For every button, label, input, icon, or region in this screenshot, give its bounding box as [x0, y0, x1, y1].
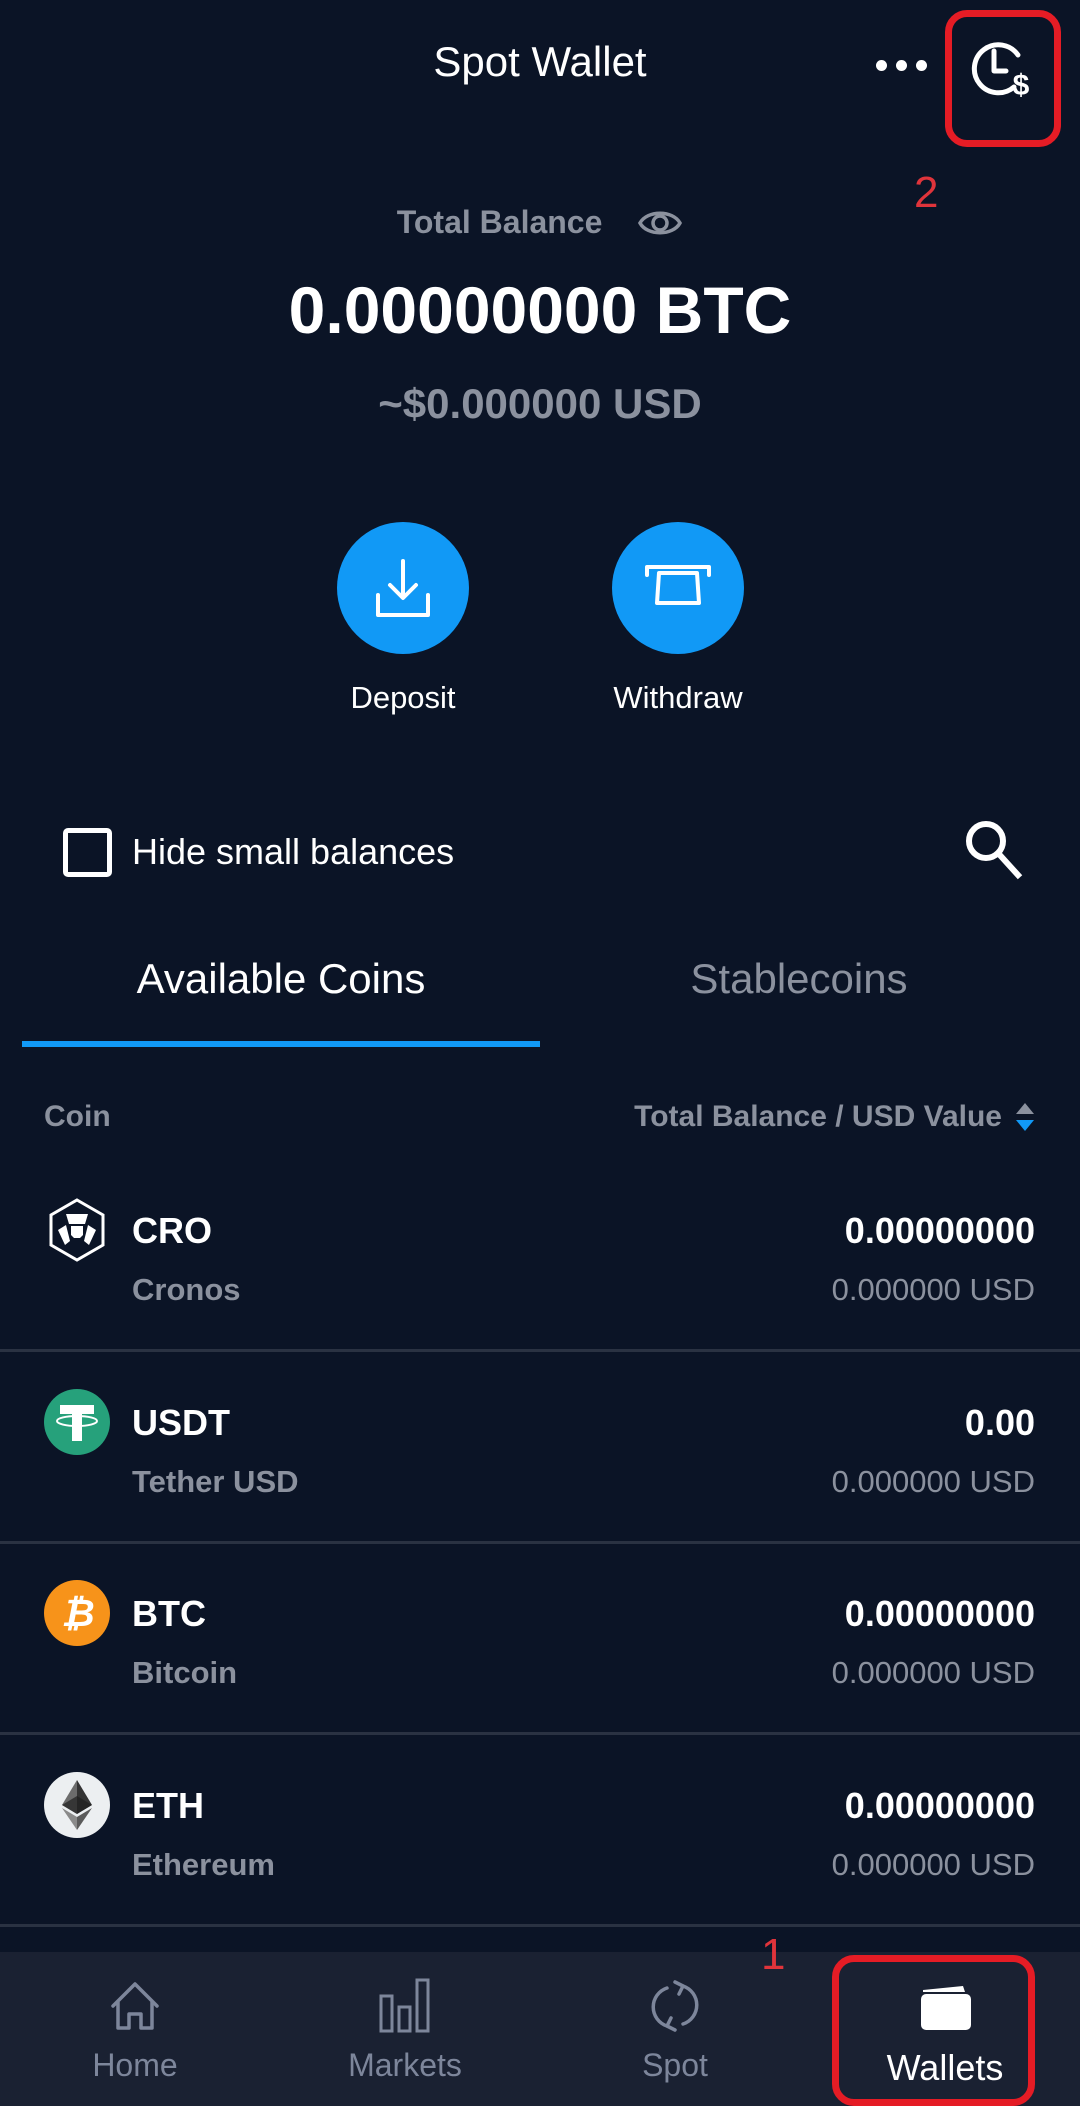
- coin-symbol: BTC: [132, 1593, 206, 1634]
- tab-available-coins[interactable]: Available Coins: [22, 955, 540, 1003]
- more-options-button[interactable]: [868, 40, 934, 90]
- total-balance-btc: 0.00000000 BTC: [288, 273, 792, 347]
- sort-icon[interactable]: [1013, 1098, 1037, 1136]
- eye-icon[interactable]: [637, 206, 683, 240]
- hide-small-balances-toggle[interactable]: Hide small balances: [63, 827, 454, 877]
- nav-home-label: Home: [92, 2047, 178, 2083]
- tab-stablecoins[interactable]: Stablecoins: [540, 955, 1058, 1003]
- search-icon: [966, 821, 1023, 880]
- bar-chart-icon: [379, 1978, 430, 2033]
- coin-usd-value: 0.000000 USD: [831, 1655, 1035, 1690]
- deposit-label: Deposit: [350, 680, 456, 715]
- deposit-circle[interactable]: [337, 522, 469, 654]
- coin-name: Bitcoin: [132, 1655, 238, 1690]
- column-header-coin: Coin: [44, 1100, 111, 1133]
- hide-small-balances-checkbox[interactable]: [63, 827, 112, 877]
- coin-row-eth[interactable]: ETH Ethereum 0.00000000 0.000000 USD: [0, 1735, 1080, 1927]
- withdraw-button[interactable]: Withdraw: [578, 522, 778, 716]
- coin-symbol: CRO: [132, 1210, 212, 1251]
- hide-small-balances-label: Hide small balances: [132, 831, 455, 872]
- svg-text:₿: ₿: [61, 1593, 94, 1635]
- nav-spot-label: Spot: [642, 2047, 708, 2083]
- ethereum-icon: [44, 1772, 110, 1838]
- coin-row-usdt[interactable]: USDT Tether USD 0.00 0.000000 USD: [0, 1352, 1080, 1544]
- deposit-button[interactable]: Deposit: [303, 522, 503, 716]
- coin-name: Tether USD: [132, 1464, 299, 1499]
- tether-icon: [44, 1389, 110, 1455]
- row-divider: [0, 1924, 1080, 1927]
- more-dot: [895, 59, 907, 71]
- coin-balance: 0.00000000: [844, 1593, 1035, 1634]
- more-dot: [915, 59, 927, 71]
- coin-symbol: USDT: [132, 1402, 230, 1443]
- bitcoin-icon: ₿: [44, 1580, 110, 1646]
- column-header-balance[interactable]: Total Balance / USD Value: [634, 1100, 1002, 1134]
- nav-markets[interactable]: Markets: [270, 1952, 540, 2106]
- total-balance-usd: ~$0.000000 USD: [378, 380, 702, 427]
- download-icon: [376, 559, 430, 617]
- swap-cycle-icon: [651, 1980, 699, 2032]
- coin-balance: 0.00000000: [844, 1210, 1035, 1251]
- coin-balance: 0.00: [964, 1402, 1035, 1443]
- coin-usd-value: 0.000000 USD: [831, 1847, 1035, 1882]
- nav-markets-label: Markets: [348, 2047, 462, 2083]
- coin-name: Cronos: [132, 1272, 241, 1307]
- annotation-box-history: [945, 10, 1061, 147]
- withdraw-label: Withdraw: [613, 680, 743, 715]
- more-dot: [875, 59, 887, 71]
- coin-usd-value: 0.000000 USD: [831, 1272, 1035, 1307]
- coin-balance: 0.00000000: [844, 1785, 1035, 1826]
- home-icon: [111, 1982, 159, 2030]
- coin-row-btc[interactable]: ₿ BTC Bitcoin 0.00000000 0.000000 USD: [0, 1543, 1080, 1735]
- coin-row-cro[interactable]: CRO Cronos 0.00000000 0.000000 USD: [0, 1160, 1080, 1352]
- active-tab-indicator: [22, 1041, 540, 1047]
- cronos-icon: [49, 1198, 105, 1262]
- nav-home[interactable]: Home: [0, 1952, 270, 2106]
- total-balance-label-row: Total Balance: [0, 202, 1080, 241]
- withdraw-circle[interactable]: [612, 522, 744, 654]
- search-button[interactable]: [960, 815, 1030, 885]
- annotation-box-wallets: [832, 1955, 1035, 2106]
- coin-symbol: ETH: [132, 1785, 204, 1826]
- coin-name: Ethereum: [132, 1847, 275, 1882]
- coin-usd-value: 0.000000 USD: [831, 1464, 1035, 1499]
- annotation-number-1: 1: [761, 1930, 786, 1979]
- total-balance-label: Total Balance: [396, 204, 603, 241]
- atm-withdraw-icon: [645, 565, 711, 605]
